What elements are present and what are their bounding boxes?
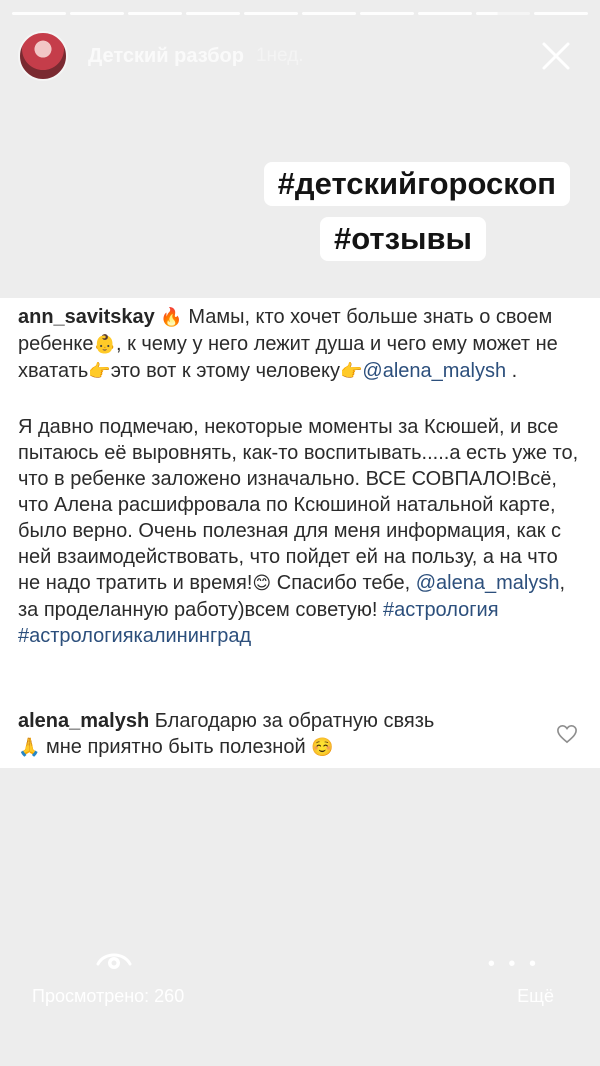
comment-ann: ann_savitskay 🔥 Мамы, кто хочет больше з… [18, 304, 582, 385]
hashtag-link-astrology[interactable]: #астрология [383, 599, 499, 621]
story-time: 1нед. [255, 45, 304, 66]
mention-link[interactable]: @alena_malysh [362, 360, 506, 382]
baby-icon: 👶 [93, 334, 116, 355]
comment-text: . [506, 360, 518, 382]
story-progress [12, 12, 588, 15]
blush-smile-icon: ☺️ [311, 737, 334, 758]
progress-segment [12, 12, 66, 15]
praying-hands-icon: 🙏 [18, 737, 41, 758]
comment-screenshot: ann_savitskay 🔥 Мамы, кто хочет больше з… [0, 298, 600, 768]
views-count[interactable]: Просмотрено: 260 [32, 986, 184, 1007]
progress-segment [186, 12, 240, 15]
smile-icon: 😊 [252, 573, 272, 594]
progress-segment [418, 12, 472, 15]
avatar[interactable] [18, 31, 68, 81]
comment-username[interactable]: alena_malysh [18, 710, 149, 732]
progress-segment-current [476, 12, 530, 15]
comment-alena: alena_malysh Благодарю за обратную связь… [18, 708, 530, 761]
mention-link[interactable]: @alena_malysh [416, 572, 560, 594]
story-footer: Просмотрено: 260 • • • Ещё [0, 946, 600, 1066]
progress-segment [360, 12, 414, 15]
heart-icon[interactable] [556, 724, 578, 744]
eye-icon[interactable] [94, 946, 134, 976]
close-icon[interactable] [540, 40, 572, 72]
pointing-hand-icon: 👉 [88, 361, 111, 382]
comment-text: мне приятно быть полезной [40, 736, 312, 758]
hashtag-tag-reviews[interactable]: #отзывы [319, 217, 486, 261]
progress-segment [534, 12, 588, 15]
comment-text: это вот к этому человеку [110, 360, 340, 382]
more-button[interactable]: Ещё [517, 986, 554, 1007]
comment-username[interactable]: ann_savitskay [18, 306, 155, 328]
progress-segment [128, 12, 182, 15]
progress-segment [244, 12, 298, 15]
progress-segment [302, 12, 356, 15]
hashtag-link-astrology-kaliningrad[interactable]: #астрологиякалининград [18, 625, 251, 647]
pointing-hand-icon: 👉 [339, 361, 363, 382]
more-dots-icon[interactable]: • • • [488, 953, 540, 976]
hashtag-tag-horoscope[interactable]: #детскийгороскоп [263, 162, 570, 206]
comment-text: Спасибо тебе, [271, 572, 416, 594]
comment-text: Благодарю за обратную связь [154, 710, 435, 732]
comment-ann-body: Я давно подмечаю, некоторые моменты за К… [18, 414, 582, 649]
comment-text: Я давно подмечаю, некоторые моменты за К… [18, 416, 579, 594]
story-username[interactable]: Детский разбор [88, 45, 244, 68]
progress-segment [70, 12, 124, 15]
story-header: Детский разбор 1нед. [18, 30, 586, 82]
fire-icon: 🔥 [160, 307, 183, 328]
